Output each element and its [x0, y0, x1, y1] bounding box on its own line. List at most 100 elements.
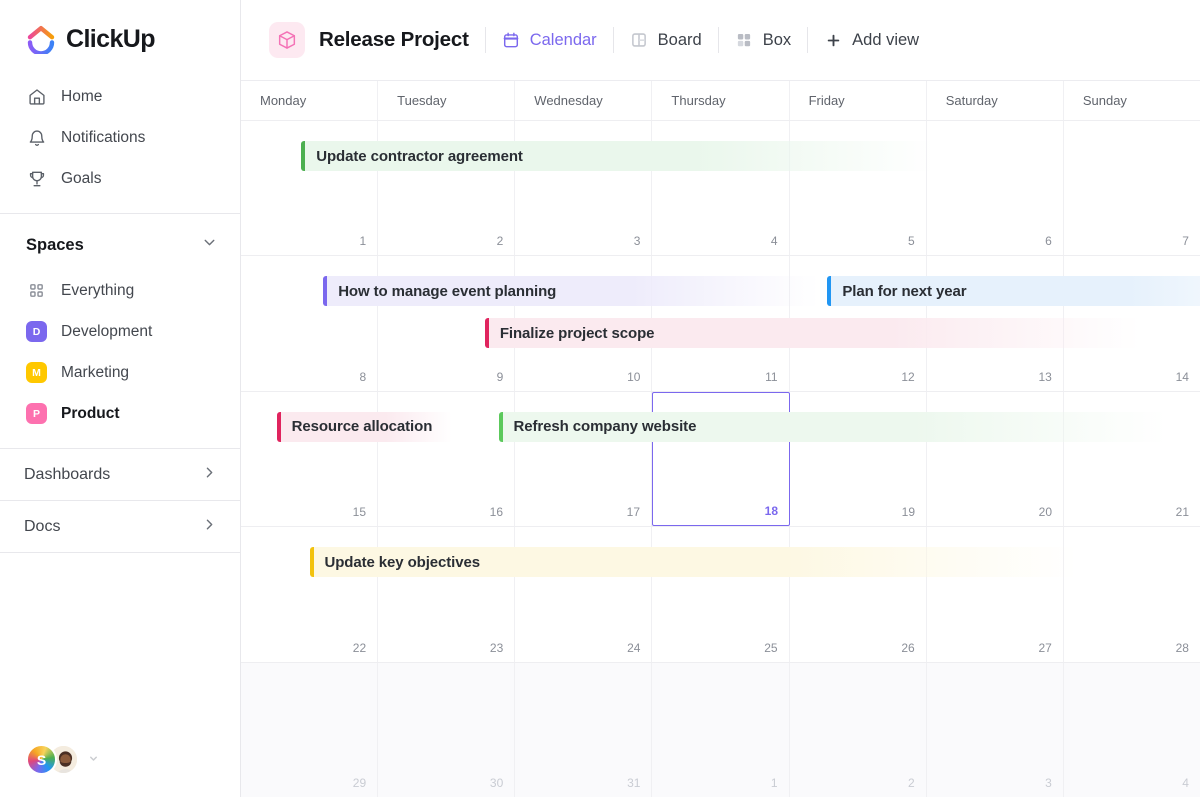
calendar-day-cell[interactable]: 6 [927, 121, 1064, 256]
calendar-day-number: 9 [496, 369, 504, 384]
calendar-day-number: 22 [352, 640, 367, 655]
calendar-day-cell[interactable]: 1 [652, 662, 790, 797]
calendar-day-number: 11 [765, 369, 778, 384]
chevron-down-icon[interactable] [201, 234, 218, 256]
toolbar-divider [612, 27, 614, 53]
calendar-day-header: Saturday [927, 81, 1064, 120]
sidebar-item-notifications[interactable]: Notifications [0, 117, 240, 158]
sidebar-item-label: Dashboards [24, 465, 111, 483]
event-title: Finalize project scope [499, 324, 655, 342]
tab-label: Board [657, 30, 702, 49]
calendar-day-number: 21 [1175, 505, 1189, 520]
calendar-day-number: 24 [627, 640, 641, 655]
brand-name: ClickUp [66, 24, 155, 53]
sidebar-item-goals[interactable]: Goals [0, 158, 240, 199]
event-title: Plan for next year [842, 282, 967, 300]
toolbar-divider [484, 27, 486, 53]
calendar-grid: Monday Tuesday Wednesday Thursday Friday Satu… [241, 81, 1200, 797]
sidebar-item-label: Notifications [61, 128, 146, 146]
workspace-avatar[interactable]: S [26, 744, 57, 775]
calendar-day-number: 26 [901, 640, 915, 655]
calendar-day-cell[interactable]: 29 [241, 662, 379, 797]
app-root: ClickUp Home Notifications Goals Spaces … [0, 0, 1200, 797]
tab-board[interactable]: Board [630, 31, 702, 50]
chevron-down-mini-icon[interactable] [88, 751, 99, 769]
calendar-event[interactable]: Plan for next year [827, 276, 1200, 307]
calendar-day-number: 18 [764, 504, 778, 519]
calendar-day-number: 27 [1038, 640, 1052, 655]
calendar-day-number: 2 [496, 234, 504, 249]
event-title: Update contractor agreement [316, 147, 523, 165]
calendar-event[interactable]: Update key objectives [309, 547, 1077, 578]
top-toolbar: Release Project Calendar Board Box Add v… [241, 0, 1200, 81]
calendar-day-header: Monday [241, 81, 379, 120]
sidebar-item-label: Docs [24, 517, 61, 535]
calendar-day-header: Friday [790, 81, 927, 120]
calendar-day-cell[interactable]: 30 [378, 662, 516, 797]
sidebar-item-everything[interactable]: Everything [0, 270, 240, 311]
calendar-day-cell[interactable]: 31 [515, 662, 653, 797]
calendar-weeks: 1 2 3 4 5 6 7 Update contractor agreement 8 9 10 11… [241, 120, 1200, 797]
sidebar-item-label: Everything [61, 281, 135, 299]
calendar-day-number: 7 [1182, 234, 1189, 249]
calendar-day-number: 28 [1175, 640, 1189, 655]
sidebar-divider [0, 552, 240, 553]
sidebar: ClickUp Home Notifications Goals Spaces … [0, 0, 241, 797]
space-badge-development: D [26, 321, 47, 342]
sidebar-item-home[interactable]: Home [0, 76, 240, 117]
sidebar-item-docs[interactable]: Docs [0, 501, 240, 552]
bell-icon [26, 127, 47, 148]
calendar-day-number: 25 [764, 640, 778, 655]
primary-nav: Home Notifications Goals [0, 72, 240, 213]
calendar-week-row: 22 23 24 25 26 27 28 Update key objectives [241, 526, 1200, 662]
calendar-event[interactable]: Update contractor agreement [301, 141, 935, 171]
calendar-day-number: 15 [352, 505, 366, 520]
calendar-day-cell[interactable]: 3 [927, 662, 1064, 797]
sidebar-user-area[interactable]: S [0, 744, 241, 797]
sidebar-item-marketing[interactable]: M Marketing [0, 352, 240, 393]
calendar-week-row: 15 16 17 18 19 20 21 Resource allocation Refresh… [241, 390, 1200, 527]
calendar-day-number: 10 [627, 369, 641, 384]
calendar-event[interactable]: How to manage event planning [323, 276, 820, 307]
sidebar-item-development[interactable]: D Development [0, 311, 240, 352]
calendar-day-number: 1 [359, 234, 367, 249]
board-icon [630, 31, 649, 50]
calendar-day-number: 4 [1182, 776, 1189, 791]
sidebar-item-product[interactable]: P Product [0, 393, 240, 434]
calendar-event[interactable]: Refresh company website [498, 411, 1168, 442]
trophy-icon [26, 168, 47, 189]
sidebar-item-dashboards[interactable]: Dashboards [0, 449, 240, 500]
chevron-right-icon [201, 516, 218, 538]
calendar-event[interactable]: Finalize project scope [484, 318, 1140, 349]
toolbar-divider [807, 27, 809, 53]
calendar-day-number: 12 [901, 369, 915, 384]
calendar-day-cell[interactable]: 2 [790, 662, 927, 797]
calendar-day-number: 3 [633, 234, 641, 249]
tab-box[interactable]: Box [735, 31, 791, 50]
calendar-day-number: 3 [1045, 776, 1052, 791]
sidebar-item-label: Marketing [61, 363, 130, 381]
calendar-day-number: 1 [770, 776, 778, 791]
calendar-day-cell[interactable]: 4 [1064, 663, 1200, 797]
sidebar-item-label: Goals [61, 169, 102, 187]
calendar-day-cell[interactable]: 28 [1064, 527, 1200, 661]
calendar-week-row: 8 9 10 11 12 13 14 How to manage event planning… [241, 255, 1200, 391]
tab-label: Box [762, 30, 792, 49]
add-view-button[interactable]: Add view [824, 31, 919, 50]
tab-calendar[interactable]: Calendar [502, 31, 597, 50]
calendar-day-number: 8 [359, 369, 367, 384]
calendar-day-number: 31 [627, 776, 641, 791]
clickup-logo-icon [26, 24, 56, 56]
calendar-day-header: Sunday [1082, 93, 1127, 108]
calendar-event[interactable]: Resource allocation [276, 411, 452, 442]
calendar-day-cell[interactable]: 7 [1064, 121, 1200, 255]
calendar-day-number: 6 [1045, 234, 1052, 249]
calendar-day-columns: 29 30 31 1 2 3 4 [241, 662, 1200, 797]
calendar-day-headers: Monday Tuesday Wednesday Thursday Friday Satu… [241, 81, 1200, 120]
cube-icon [269, 22, 305, 58]
brand-logo[interactable]: ClickUp [0, 0, 240, 72]
spaces-header[interactable]: Spaces [0, 214, 240, 270]
event-title: Update key objectives [324, 553, 481, 571]
page-title: Release Project [319, 28, 469, 51]
tab-label: Calendar [529, 30, 597, 49]
